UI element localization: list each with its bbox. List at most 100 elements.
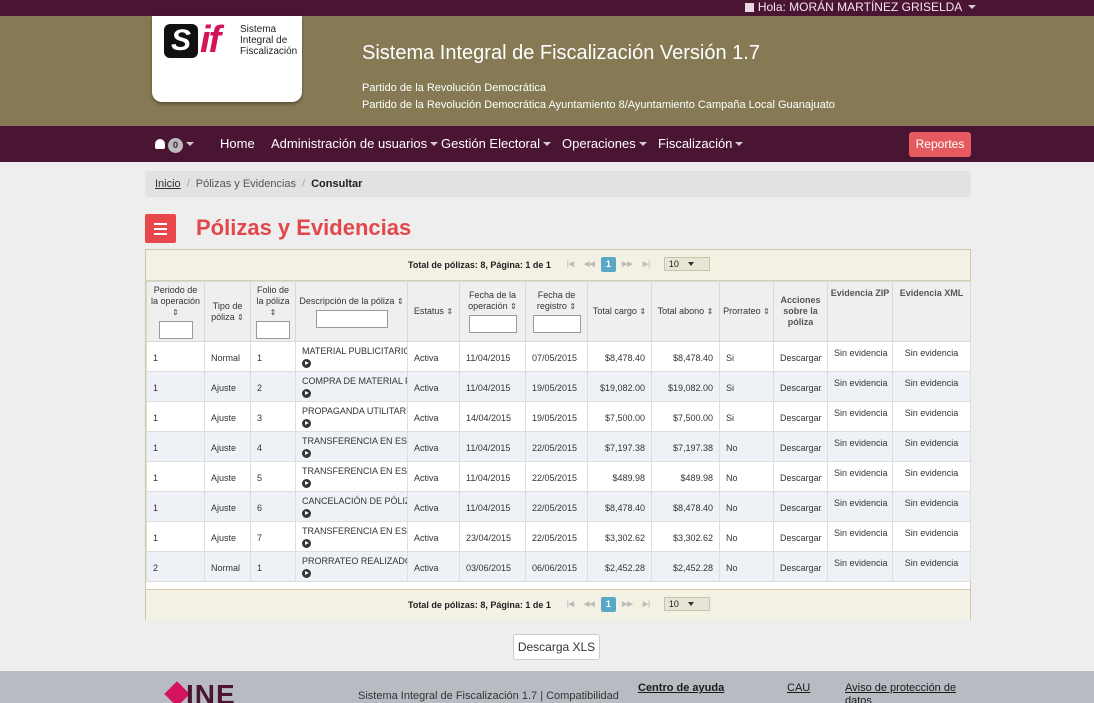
download-action-link[interactable]: Descargar — [773, 491, 828, 522]
table-row[interactable]: 1 Normal 1 MATERIAL PUBLICITARIO Activa 11/04… — [146, 341, 971, 372]
download-action-link-text: Descargar — [780, 353, 822, 363]
cell-evidencia-xml: Sin evidencia — [892, 461, 971, 492]
nav-user-admin[interactable]: Administración de usuarios — [271, 126, 439, 162]
cell-tipo-text: Ajuste — [211, 413, 237, 423]
sif-logo[interactable]: S if Sistema Integral de Fiscalización — [152, 16, 302, 102]
download-action-link[interactable]: Descargar — [773, 371, 828, 402]
context-line: Partido de la Revolución Democrática Ayu… — [362, 99, 835, 111]
pager-summary: Total de pólizas: 8, Página: 1 de 1 — [408, 260, 551, 270]
current-page-button[interactable]: 1 — [600, 597, 616, 612]
cell-total-abono-text: $2,452.28 — [672, 563, 713, 573]
filter-fecha-operacion-input[interactable] — [468, 315, 517, 333]
arrow-circle-icon[interactable] — [302, 539, 311, 548]
first-page-button[interactable]: |◀ — [563, 597, 578, 612]
filter-periodo-input[interactable] — [158, 320, 193, 339]
cell-total-abono: $489.98 — [651, 461, 720, 492]
cell-total-cargo: $8,478.40 — [587, 491, 652, 522]
table-row[interactable]: 1 Ajuste 7 TRANSFERENCIA EN ESPECIE Activa 23… — [146, 521, 971, 552]
arrow-circle-icon[interactable] — [302, 359, 311, 368]
table-row[interactable]: 1 Ajuste 5 TRANSFERENCIA EN ESPECIE Activa 11… — [146, 461, 971, 492]
privacy-notice-link[interactable]: Aviso de protección de datos — [845, 682, 965, 703]
chevron-down-icon — [687, 262, 694, 266]
col-descripcion[interactable]: Descripción de la póliza ⇕ — [295, 281, 408, 342]
current-page-button[interactable]: 1 — [600, 257, 616, 272]
nav-operations[interactable]: Operaciones — [562, 126, 647, 162]
col-estatus[interactable]: Estatus ⇕ — [407, 281, 460, 342]
filter-descripcion-input[interactable] — [315, 309, 388, 328]
cell-periodo: 1 — [146, 521, 205, 552]
cell-evidencia-xml-text: Sin evidencia — [904, 408, 959, 418]
next-page-button[interactable]: ▶▶ — [620, 257, 635, 272]
cell-total-cargo: $489.98 — [587, 461, 652, 492]
arrow-circle-icon[interactable] — [302, 479, 311, 488]
help-center-link[interactable]: Centro de ayuda — [638, 682, 724, 694]
last-page-button[interactable]: ▶| — [639, 597, 654, 612]
last-page-button[interactable]: ▶| — [639, 257, 654, 272]
col-fecha-operacion-label: Fecha de la operación — [468, 290, 517, 311]
prev-page-button[interactable]: ◀◀ — [582, 257, 597, 272]
first-page-button[interactable]: |◀ — [563, 257, 578, 272]
hamburger-menu-icon[interactable] — [145, 214, 176, 243]
arrow-circle-icon[interactable] — [302, 419, 311, 428]
cell-descripcion-text: TRANSFERENCIA EN ESPECIE — [302, 436, 408, 446]
download-action-link-text: Descargar — [780, 443, 822, 453]
download-action-link[interactable]: Descargar — [773, 401, 828, 432]
cell-tipo-text: Ajuste — [211, 473, 237, 483]
download-xls-button[interactable]: Descarga XLS — [513, 634, 600, 660]
download-action-link[interactable]: Descargar — [773, 431, 828, 462]
breadcrumb-home[interactable]: Inicio — [155, 178, 181, 190]
cell-evidencia-zip-text: Sin evidencia — [834, 498, 888, 508]
table-row[interactable]: 1 Ajuste 2 COMPRA DE MATERIAL PUBL Activa 11/… — [146, 371, 971, 402]
sort-icon: ⇕ — [172, 307, 179, 317]
nav-electoral-management[interactable]: Gestión Electoral — [441, 126, 551, 162]
col-periodo[interactable]: Periodo de la operación ⇕ — [146, 281, 205, 342]
download-action-link[interactable]: Descargar — [773, 341, 828, 372]
cell-folio-text: 4 — [257, 443, 263, 453]
sort-icon: ⇕ — [569, 302, 577, 311]
col-folio[interactable]: Folio de la póliza ⇕ — [250, 281, 296, 342]
filter-folio-input[interactable] — [256, 320, 290, 339]
cell-total-abono-text: $7,197.38 — [672, 443, 713, 453]
arrow-circle-icon[interactable] — [302, 389, 311, 398]
cell-prorrateo-text: No — [726, 473, 738, 483]
col-total-cargo[interactable]: Total cargo ⇕ — [587, 281, 652, 342]
arrow-circle-icon[interactable] — [302, 569, 311, 578]
cell-total-cargo-text: $489.98 — [612, 473, 645, 483]
cell-descripcion: TRANSFERENCIA EN ESPECIE — [295, 521, 408, 552]
col-fecha-operacion[interactable]: Fecha de la operación ⇕ — [459, 281, 526, 342]
download-action-link[interactable]: Descargar — [773, 551, 828, 582]
col-prorrateo[interactable]: Prorrateo ⇕ — [719, 281, 774, 342]
notifications-menu[interactable]: 0 — [155, 126, 194, 162]
sort-icon: ⇕ — [269, 307, 277, 317]
download-action-link[interactable]: Descargar — [773, 521, 828, 552]
system-title: Sistema Integral de Fiscalización Versió… — [362, 42, 760, 64]
cell-total-cargo: $8,478.40 — [587, 341, 652, 372]
next-page-button[interactable]: ▶▶ — [620, 597, 635, 612]
table-row[interactable]: 1 Ajuste 4 TRANSFERENCIA EN ESPECIE Activa 11… — [146, 431, 971, 462]
col-total-abono[interactable]: Total abono ⇕ — [651, 281, 720, 342]
col-fecha-registro[interactable]: Fecha de registro ⇕ — [525, 281, 588, 342]
nav-home[interactable]: Home — [220, 126, 255, 162]
col-tipo[interactable]: Tipo de póliza ⇕ — [204, 281, 251, 342]
user-menu[interactable]: Hola: MORÁN MARTÍNEZ GRISELDA — [744, 0, 976, 16]
page-size-select[interactable]: 10 — [663, 257, 710, 271]
cell-total-abono: $3,302.62 — [651, 521, 720, 552]
cell-tipo-text: Normal — [211, 563, 241, 573]
table-row[interactable]: 1 Ajuste 3 PROPAGANDA UTILITARIA Activa 14/04… — [146, 401, 971, 432]
download-action-link[interactable]: Descargar — [773, 461, 828, 492]
nav-audit-label: Fiscalización — [658, 136, 733, 151]
table-row[interactable]: 2 Normal 1 PRORRATEO REALIZADO PO Activa 03/0… — [146, 551, 971, 582]
table-header-row: Periodo de la operación ⇕ Tipo de póliza… — [146, 281, 971, 342]
reports-button[interactable]: Reportes — [909, 132, 971, 157]
cell-periodo: 1 — [146, 491, 205, 522]
table-row[interactable]: 1 Ajuste 6 CANCELACIÓN DE PÓLIZA NÚ Activa 11… — [146, 491, 971, 522]
filter-fecha-registro-input[interactable] — [532, 315, 581, 333]
col-total-cargo-label: Total cargo — [592, 306, 637, 316]
page-size-select[interactable]: 10 — [663, 597, 710, 611]
arrow-circle-icon[interactable] — [302, 509, 311, 518]
arrow-circle-icon[interactable] — [302, 449, 311, 458]
cau-link[interactable]: CAU — [787, 682, 810, 694]
prev-page-button[interactable]: ◀◀ — [582, 597, 597, 612]
cell-fecha-registro: 22/05/2015 — [525, 491, 588, 522]
nav-audit[interactable]: Fiscalización — [658, 126, 744, 162]
